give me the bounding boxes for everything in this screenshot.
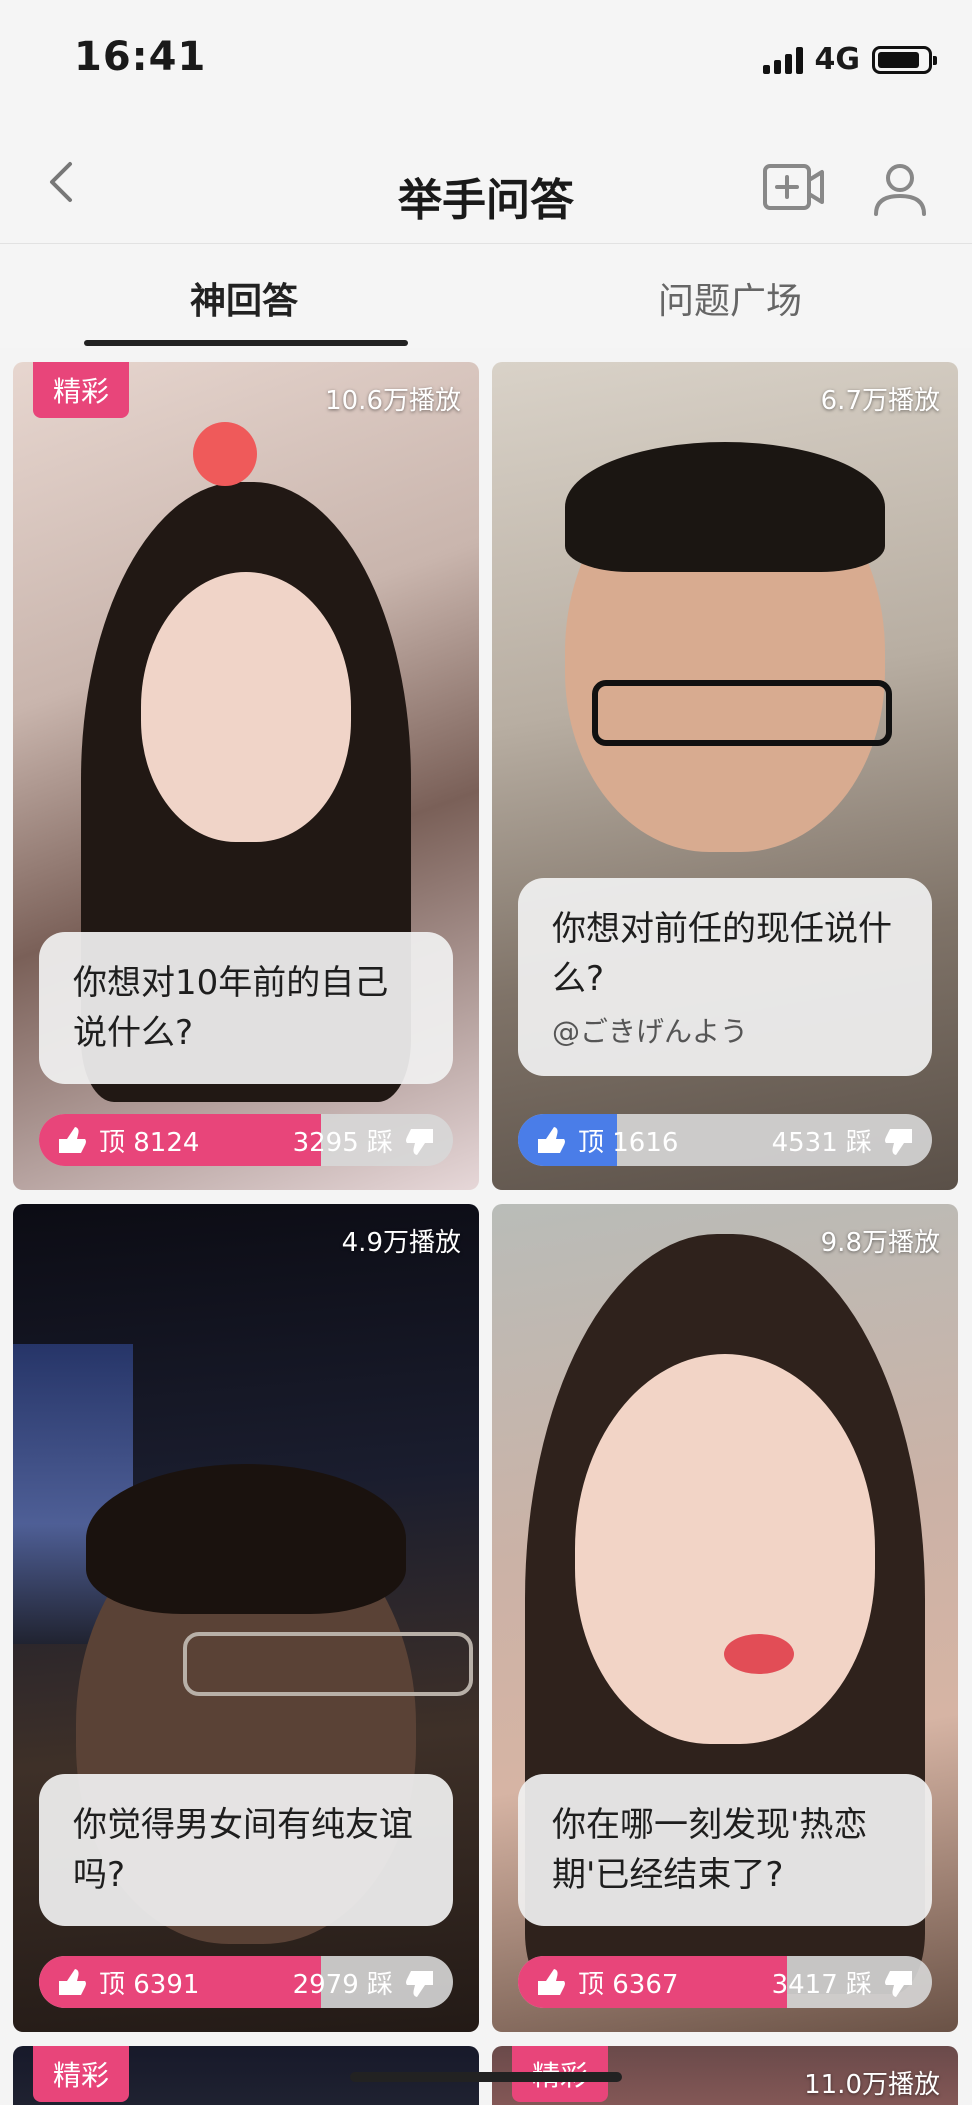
downvote-button[interactable]: 3417 踩 — [772, 1964, 918, 2001]
upvote-count: 顶 8124 — [99, 1128, 200, 1158]
home-indicator[interactable] — [350, 2072, 622, 2082]
question-text: 你想对10年前的自己说什么? — [73, 963, 389, 1053]
user-icon — [874, 164, 926, 216]
downvote-button[interactable]: 4531 踩 — [772, 1122, 918, 1159]
nav-bar: 举手问答 — [0, 120, 972, 244]
downvote-count: 3417 踩 — [771, 1970, 872, 2000]
thumbs-down-icon — [885, 1970, 912, 1997]
downvote-count: 4531 踩 — [771, 1128, 872, 1158]
vote-bar: 顶 6367 3417 踩 — [518, 1956, 932, 2008]
thumbs-down-icon — [406, 1970, 433, 1997]
thumbs-down-icon — [406, 1128, 433, 1155]
thumbs-up-icon — [59, 1126, 86, 1153]
network-label: 4G — [814, 42, 861, 77]
tab-question-square[interactable]: 问题广场 — [658, 272, 802, 324]
page-title: 举手问答 — [398, 175, 574, 226]
upvote-button[interactable]: 顶 1616 — [532, 1122, 678, 1159]
video-card[interactable]: 6.7万播放 你想对前任的现任说什么? @ごきげんよう 顶 1616 4531 … — [492, 362, 958, 1190]
vote-bar: 顶 6391 2979 踩 — [39, 1956, 453, 2008]
play-count: 4.9万播放 — [341, 1228, 461, 1258]
play-count: 6.7万播放 — [820, 386, 940, 416]
hair — [565, 442, 885, 572]
vote-bar: 顶 1616 4531 踩 — [518, 1114, 932, 1166]
heart-sticker — [193, 422, 257, 486]
downvote-button[interactable]: 2979 踩 — [293, 1964, 439, 2001]
downvote-count: 3295 踩 — [292, 1128, 393, 1158]
thumbs-up-icon — [538, 1126, 565, 1153]
highlight-badge: 精彩 — [33, 362, 130, 418]
downvote-count: 2979 踩 — [292, 1970, 393, 2000]
glasses — [183, 1632, 473, 1696]
hair — [86, 1464, 406, 1614]
thumbs-up-icon — [59, 1968, 86, 1995]
downvote-button[interactable]: 3295 踩 — [293, 1122, 439, 1159]
video-card[interactable]: 4.9万播放 你觉得男女间有纯友谊吗? 顶 6391 2979 踩 — [13, 1204, 479, 2032]
battery-icon — [872, 45, 937, 74]
signal-icon — [762, 46, 803, 74]
upvote-button[interactable]: 顶 6391 — [53, 1964, 199, 2001]
question-author: @ごきげんよう — [552, 1015, 749, 1048]
tab-bar: 神回答 问题广场 — [0, 244, 972, 348]
record-video-button[interactable] — [762, 160, 826, 214]
status-indicators: 4G — [762, 42, 937, 77]
question-bubble: 你想对前任的现任说什么? @ごきげんよう — [518, 878, 932, 1076]
active-tab-indicator — [84, 340, 408, 346]
play-count: 9.8万播放 — [820, 1228, 940, 1258]
video-card[interactable]: 9.8万播放 你在哪一刻发现'热恋期'已经结束了? 顶 6367 3417 踩 — [492, 1204, 958, 2032]
question-text: 你想对前任的现任说什么? — [552, 909, 892, 999]
lips — [724, 1634, 794, 1674]
question-bubble: 你想对10年前的自己说什么? — [39, 932, 453, 1084]
thumbs-up-icon — [538, 1968, 565, 1995]
play-count: 10.6万播放 — [325, 386, 461, 416]
status-time: 16:41 — [74, 34, 207, 80]
face — [141, 572, 351, 842]
video-plus-icon — [763, 164, 824, 210]
upvote-button[interactable]: 顶 8124 — [53, 1122, 199, 1159]
play-count: 11.0万播放 — [804, 2070, 940, 2100]
thumbs-down-icon — [885, 1128, 912, 1155]
question-text: 你觉得男女间有纯友谊吗? — [73, 1805, 413, 1895]
video-thumbnail — [575, 1354, 875, 1744]
upvote-count: 顶 1616 — [578, 1128, 679, 1158]
video-card[interactable]: 精彩 10.6万播放 你想对10年前的自己说什么? 顶 8124 3295 踩 — [13, 362, 479, 1190]
upvote-button[interactable]: 顶 6367 — [532, 1964, 678, 2001]
profile-button[interactable] — [872, 162, 928, 216]
upvote-count: 顶 6367 — [578, 1970, 679, 2000]
question-bubble: 你在哪一刻发现'热恋期'已经结束了? — [518, 1774, 932, 1926]
tab-best-answers[interactable]: 神回答 — [190, 272, 298, 324]
question-bubble: 你觉得男女间有纯友谊吗? — [39, 1774, 453, 1926]
status-bar: 16:41 4G — [0, 0, 972, 120]
upvote-count: 顶 6391 — [99, 1970, 200, 2000]
vote-bar: 顶 8124 3295 踩 — [39, 1114, 453, 1166]
highlight-badge: 精彩 — [33, 2046, 130, 2102]
glasses — [592, 680, 892, 746]
question-text: 你在哪一刻发现'热恋期'已经结束了? — [552, 1805, 868, 1895]
